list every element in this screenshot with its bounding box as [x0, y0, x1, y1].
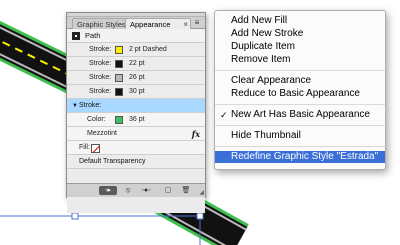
effect-row[interactable]: Mezzotint fx	[67, 127, 205, 141]
menu-item-reduce-basic[interactable]: Reduce to Basic Appearance	[215, 88, 385, 100]
stroke-value: 22 pt	[129, 60, 145, 67]
disclosure-triangle-icon[interactable]: ▼	[72, 99, 78, 113]
menu-separator	[215, 104, 385, 105]
menu-item-remove-item[interactable]: Remove Item	[215, 54, 385, 66]
stroke-color-swatch[interactable]	[115, 74, 123, 82]
stroke-row[interactable]: Stroke: 22 pt	[67, 57, 205, 71]
path-row[interactable]: Path	[67, 29, 205, 43]
tab-graphic-styles[interactable]: Graphic Styles	[72, 18, 131, 29]
selection-handle[interactable]	[196, 212, 204, 220]
effect-label[interactable]: Mezzotint	[87, 127, 117, 141]
reduce-basic-icon[interactable]: ◦●◦	[137, 186, 155, 195]
expanded-stroke-label: Stroke:	[79, 102, 102, 109]
stroke-color-swatch[interactable]	[115, 60, 123, 68]
panel-bottom-toolbar: ◦▸ ⦸ ◦●◦ ▢ 🗑 ◢	[67, 183, 205, 197]
fx-icon[interactable]: fx	[192, 127, 200, 141]
add-new-stroke-icon[interactable]: ◦▸	[99, 186, 117, 195]
stroke-value: 2 pt Dashed	[129, 46, 167, 53]
stroke-label: Stroke:	[89, 46, 112, 53]
stroke-color-row[interactable]: Color: 36 pt	[67, 113, 205, 127]
path-thumbnail-icon	[72, 32, 80, 40]
menu-item-redefine-graphic-style[interactable]: Redefine Graphic Style "Estrada"	[215, 151, 385, 163]
stroke-row[interactable]: Stroke: 26 pt	[67, 71, 205, 85]
tab-appearance-label: Appearance	[130, 20, 171, 29]
menu-separator	[215, 70, 385, 71]
tab-appearance[interactable]: Appearance ×	[125, 18, 191, 29]
fill-none-swatch[interactable]	[91, 144, 100, 153]
menu-item-clear-appearance[interactable]: Clear Appearance	[215, 75, 385, 87]
transparency-row[interactable]: Default Transparency	[67, 155, 205, 169]
stroke-color-swatch[interactable]	[115, 88, 123, 96]
stroke-color-swatch[interactable]	[115, 46, 123, 54]
duplicate-item-icon[interactable]: ▢	[163, 186, 173, 195]
path-label: Path	[85, 31, 101, 40]
appearance-panel-menu: Add New Fill Add New Stroke Duplicate It…	[214, 10, 386, 170]
panel-menu-icon[interactable]: ≡	[191, 18, 203, 28]
menu-item-new-art-basic[interactable]: ✓ New Art Has Basic Appearance	[215, 109, 385, 121]
clear-appearance-icon[interactable]: ⦸	[123, 186, 133, 195]
appearance-panel: Graphic Styles Appearance × ≡ Path Strok…	[66, 12, 206, 213]
stroke-label: Stroke:	[89, 74, 112, 81]
menu-item-hide-thumbnail[interactable]: Hide Thumbnail	[215, 130, 385, 142]
stroke-row[interactable]: Stroke: 2 pt Dashed	[67, 43, 205, 57]
transparency-label: Default Transparency	[79, 158, 146, 165]
stroke-expanded-row[interactable]: ▼ Stroke:	[67, 99, 205, 113]
stroke-row[interactable]: Stroke: 30 pt	[67, 85, 205, 99]
fill-row[interactable]: Fill:	[67, 141, 205, 155]
panel-tab-bar: Graphic Styles Appearance × ≡	[67, 17, 205, 29]
fill-label: Fill:	[79, 144, 90, 151]
menu-separator	[215, 146, 385, 147]
selection-handle[interactable]	[71, 212, 79, 220]
menu-item-label: New Art Has Basic Appearance	[231, 109, 370, 120]
resize-grip-icon[interactable]: ◢	[199, 189, 204, 196]
menu-item-add-new-fill[interactable]: Add New Fill	[215, 15, 385, 27]
stroke-label: Stroke:	[89, 60, 112, 67]
menu-item-add-new-stroke[interactable]: Add New Stroke	[215, 28, 385, 40]
checkmark-icon: ✓	[220, 110, 228, 120]
stroke-value: 26 pt	[129, 74, 145, 81]
stroke-label: Stroke:	[89, 88, 112, 95]
menu-item-duplicate-item[interactable]: Duplicate Item	[215, 41, 385, 53]
stroke-value: 30 pt	[129, 88, 145, 95]
color-label: Color:	[87, 116, 106, 123]
stroke-color-swatch[interactable]	[115, 116, 123, 124]
stroke-value: 36 pt	[129, 116, 145, 123]
menu-separator	[215, 125, 385, 126]
trash-icon[interactable]: 🗑	[181, 186, 191, 195]
